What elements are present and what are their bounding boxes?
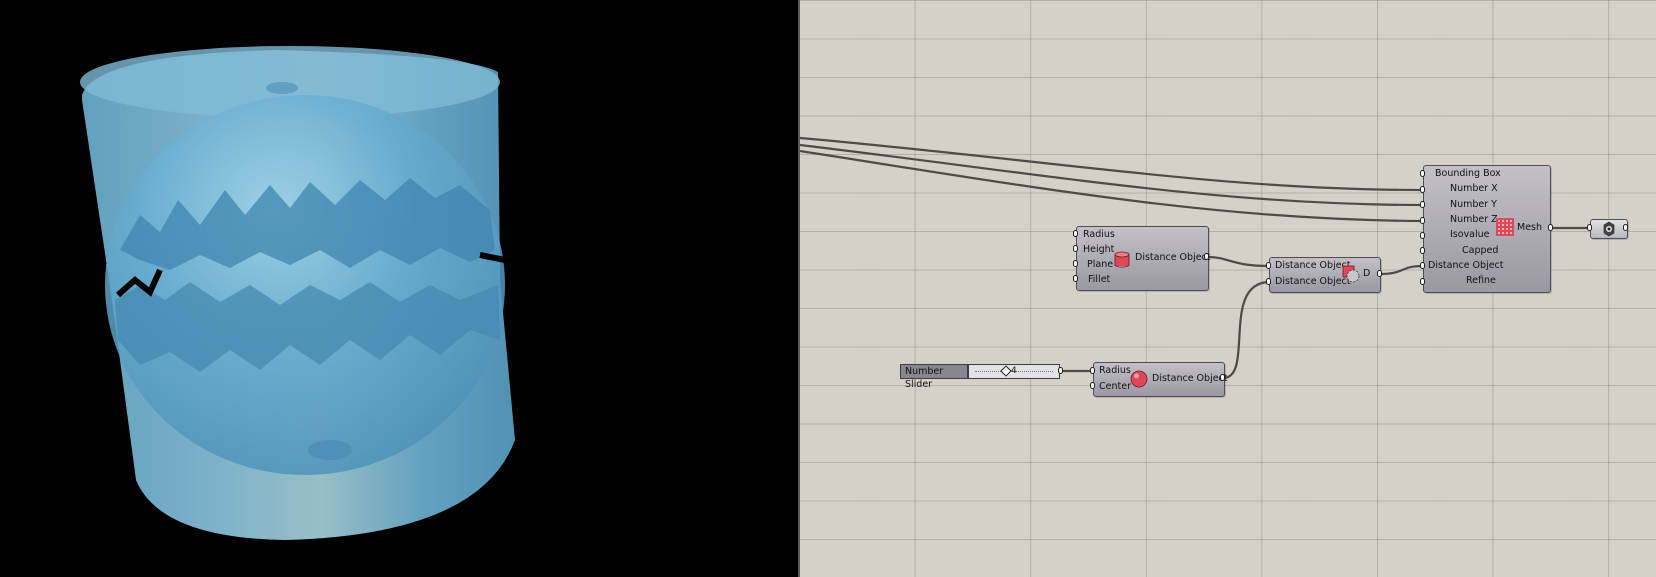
wire-number-z [800,149,1424,223]
slider-handle[interactable] [1000,365,1012,377]
slider-value: 4 [1011,366,1017,376]
input-distance-object-a[interactable]: Distance Object [1275,260,1351,271]
sphere-icon [1130,370,1148,388]
input-distance-object[interactable]: Distance Object [1428,260,1504,271]
wire-sphere-diff [1222,280,1271,380]
input-radius[interactable]: Radius [1099,365,1131,376]
mesh-grid-icon [1496,218,1514,236]
grip[interactable] [1420,262,1425,269]
sphere-cavity [105,95,505,475]
grip[interactable] [1420,232,1425,239]
input-refine[interactable]: Refine [1466,275,1496,286]
difference-icon [1342,265,1360,283]
output-distance-object[interactable]: Distance Object [1135,252,1211,263]
rhino-viewport[interactable] [0,0,798,577]
number-slider-label[interactable]: Number Slider [900,364,968,390]
input-distance-object-b[interactable]: Distance Object [1275,276,1351,287]
grip[interactable] [1058,367,1063,374]
number-slider-track[interactable]: 4 [968,364,1060,379]
grip[interactable] [1220,374,1225,381]
sphere-distance-component[interactable]: Radius Center Distance Object [1093,362,1228,397]
grip[interactable] [1266,262,1271,269]
input-number-y[interactable]: Number Y [1450,199,1497,210]
input-isovalue[interactable]: Isovalue [1450,229,1490,240]
grip[interactable] [1420,186,1425,193]
grip[interactable] [1623,224,1628,231]
cylinder-icon [1114,251,1130,268]
input-fillet[interactable]: Fillet [1088,274,1110,285]
grasshopper-canvas[interactable]: Radius Height Plane Fillet Distance Obje… [800,0,1656,577]
input-number-x[interactable]: Number X [1450,183,1498,194]
input-number-z[interactable]: Number Z [1450,214,1498,225]
grip[interactable] [1420,170,1425,177]
grip[interactable] [1587,224,1592,231]
grip[interactable] [1073,260,1078,267]
wire-cylinder-diff [1206,255,1271,268]
grip[interactable] [1204,253,1209,260]
grip[interactable] [1073,245,1078,252]
grip[interactable] [1266,278,1271,285]
grip[interactable] [1420,217,1425,224]
input-capped[interactable]: Capped [1462,245,1498,256]
grip[interactable] [1420,247,1425,254]
grip[interactable] [1420,278,1425,285]
grip[interactable] [1548,224,1553,231]
output-d[interactable]: D [1363,268,1370,279]
wire-number-x [800,136,1424,192]
input-plane[interactable]: Plane [1087,259,1113,270]
difference-component[interactable]: Distance Object Distance Object D [1269,257,1381,293]
output-distance-object[interactable]: Distance Object [1152,373,1228,384]
mesh-component[interactable]: Bounding Box Number X Number Y Number Z … [1423,165,1551,293]
output-mesh[interactable]: Mesh [1517,222,1542,233]
mesh-preview [80,46,515,540]
grip[interactable] [1090,382,1095,389]
grip[interactable] [1073,230,1078,237]
eye-icon [1603,221,1615,237]
wire-diff-mesh [1379,264,1424,276]
grip[interactable] [1090,367,1095,374]
cylinder-distance-component[interactable]: Radius Height Plane Fillet Distance Obje… [1076,226,1211,291]
input-bounding-box[interactable]: Bounding Box [1435,168,1501,179]
input-height[interactable]: Height [1083,244,1114,255]
wire-number-y [800,143,1424,207]
grip[interactable] [1377,270,1382,277]
input-radius[interactable]: Radius [1083,229,1115,240]
grip[interactable] [1420,201,1425,208]
grip[interactable] [1073,275,1078,282]
input-center[interactable]: Center [1099,381,1131,392]
